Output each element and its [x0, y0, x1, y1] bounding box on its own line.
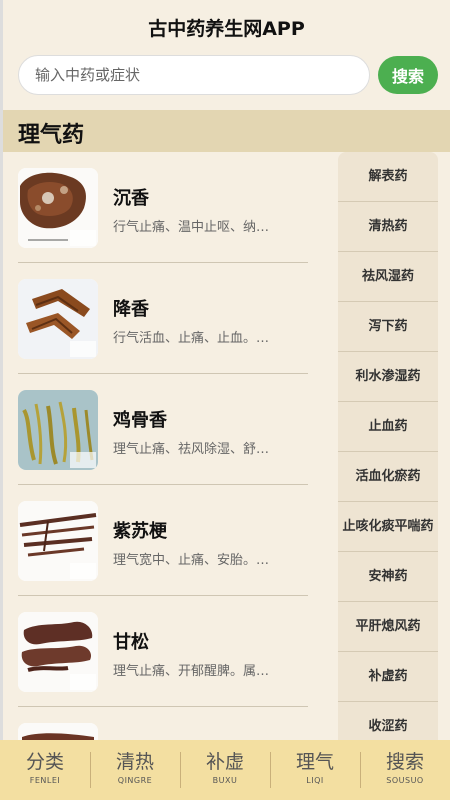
herb-name: 降香: [113, 299, 149, 320]
category-sidebar: 解表药 清热药 祛风湿药 泻下药 利水渗湿药 止血药 活血化瘀药 止咳化痰平喘药…: [338, 152, 438, 740]
category-item-zhixue[interactable]: 止血药: [338, 402, 438, 452]
herb-name: 鸡骨香: [113, 410, 167, 431]
nav-tab-label: 补虚: [205, 751, 244, 773]
nav-tab-qingre[interactable]: 清热 QINGRE: [90, 740, 180, 800]
section-title: 理气药: [18, 123, 85, 148]
header: 古中药养生网APP 搜索: [3, 0, 450, 110]
herb-desc: 理气止痛、开郁醒脾。属理气药。: [113, 664, 281, 679]
herb-item-gansong[interactable]: 甘松 理气止痛、开郁醒脾。属理气药。: [3, 596, 335, 707]
nav-tab-label: 理气: [295, 751, 334, 773]
herb-image-gansong: [18, 612, 98, 692]
category-item-shouse[interactable]: 收涩药: [338, 702, 438, 740]
herb-desc: 理气宽中、止痛、安胎。属理气药。: [113, 553, 281, 568]
category-item-zhike-huatan[interactable]: 止咳化痰平喘药: [338, 502, 438, 552]
category-item-buxu[interactable]: 补虚药: [338, 652, 438, 702]
nav-tab-sublabel: SOUSUO: [386, 776, 424, 785]
category-item-qufengshi[interactable]: 祛风湿药: [338, 252, 438, 302]
category-item-xiexia[interactable]: 泻下药: [338, 302, 438, 352]
herb-list: 沉香 行气止痛、温中止呕、纳气平喘。 降香 行气活血、止痛、止血。属理气药。: [3, 152, 335, 740]
category-item-anshen[interactable]: 安神药: [338, 552, 438, 602]
section-title-bar: 理气药: [3, 110, 450, 152]
nav-tab-buxu[interactable]: 补虚 BUXU: [180, 740, 270, 800]
nav-tab-fenlei[interactable]: 分类 FENLEI: [0, 740, 90, 800]
nav-tab-sublabel: LIQI: [306, 776, 324, 785]
herb-image-jiangxiang: [18, 279, 98, 359]
herb-image-partial: [18, 723, 98, 740]
herb-desc: 行气活血、止痛、止血。属理气药。: [113, 331, 281, 346]
category-item-pinggan-xifeng[interactable]: 平肝熄风药: [338, 602, 438, 652]
herb-name: 沉香: [113, 188, 149, 209]
nav-tab-sublabel: BUXU: [212, 776, 238, 785]
nav-tab-liqi[interactable]: 理气 LIQI: [270, 740, 360, 800]
category-item-jiebiao[interactable]: 解表药: [338, 152, 438, 202]
herb-name: 紫苏梗: [113, 521, 167, 542]
herb-item-jigu-xiang[interactable]: 鸡骨香 理气止痛、祛风除湿、舒筋活络。: [3, 374, 335, 485]
nav-tab-sousuo[interactable]: 搜索 SOUSUO: [360, 740, 450, 800]
herb-image-jigu-xiang: [18, 390, 98, 470]
nav-tab-sublabel: QINGRE: [117, 776, 153, 785]
herb-name: 甘松: [113, 632, 149, 653]
herb-image-chenxiang: [18, 168, 98, 248]
herb-desc: 行气止痛、温中止呕、纳气平喘。: [113, 220, 281, 235]
nav-tab-sublabel: FENLEI: [29, 776, 61, 785]
category-item-huoxue-huayu[interactable]: 活血化瘀药: [338, 452, 438, 502]
herb-item-partial[interactable]: [3, 707, 335, 740]
nav-tab-label: 搜索: [385, 751, 424, 773]
herb-image-zisugeng: [18, 501, 98, 581]
nav-tab-label: 清热: [115, 751, 154, 773]
category-item-lishui-shenshi[interactable]: 利水渗湿药: [338, 352, 438, 402]
nav-tab-label: 分类: [25, 751, 64, 773]
category-item-qingre[interactable]: 清热药: [338, 202, 438, 252]
app-title: 古中药养生网APP: [148, 18, 305, 40]
herb-item-zisugeng[interactable]: 紫苏梗 理气宽中、止痛、安胎。属理气药。: [3, 485, 335, 596]
herb-item-jiangxiang[interactable]: 降香 行气活血、止痛、止血。属理气药。: [3, 263, 335, 374]
bottom-nav: 分类 FENLEI 清热 QINGRE 补虚 BUXU 理气 LIQI 搜索 S…: [0, 740, 450, 800]
search-input[interactable]: [18, 55, 370, 95]
herb-item-chenxiang[interactable]: 沉香 行气止痛、温中止呕、纳气平喘。: [3, 152, 335, 263]
herb-desc: 理气止痛、祛风除湿、舒筋活络。: [113, 442, 281, 457]
search-button[interactable]: 搜索: [378, 56, 438, 94]
